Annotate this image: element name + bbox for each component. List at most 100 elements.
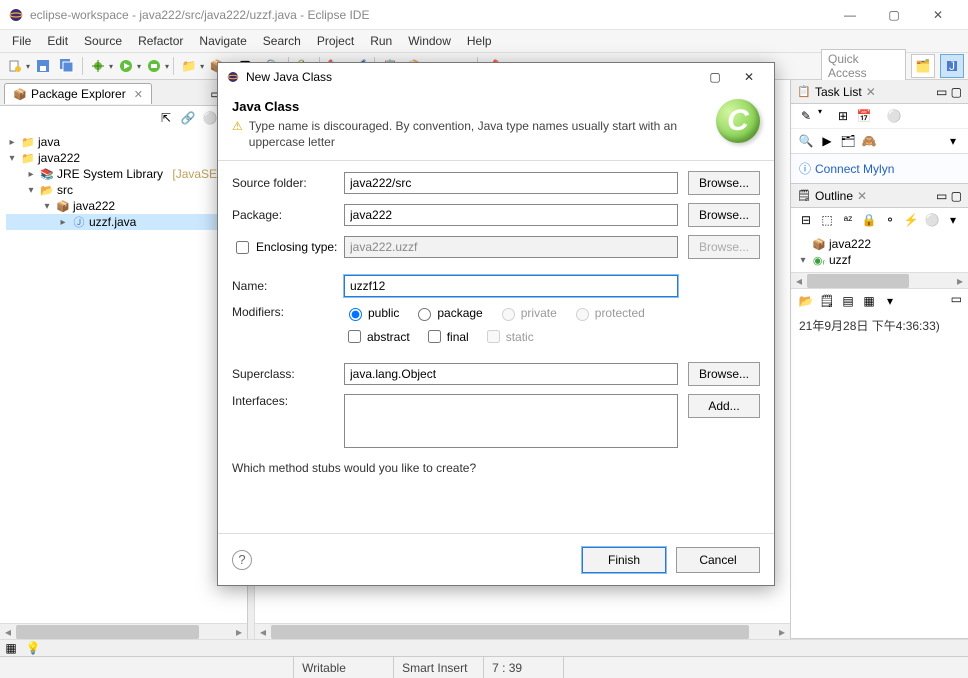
task-view-min[interactable]: ▭ [936,85,947,99]
outline-scrollbar[interactable]: ◂▸ [791,272,968,288]
task-list-close-icon[interactable]: ✕ [866,85,876,99]
filter-fields-button[interactable]: ⬚ [818,211,836,229]
quick-access-input[interactable]: Quick Access [821,49,906,83]
new-button[interactable] [4,55,26,77]
coverage-button[interactable] [143,55,165,77]
editor-scrollbar[interactable]: ◂▸ [255,623,790,639]
debug-button[interactable] [87,55,109,77]
window-minimize-button[interactable]: — [828,0,872,30]
view-close-icon[interactable]: ✕ [134,88,143,101]
task-menu-button[interactable]: ▾ [944,132,962,150]
tree-project-java[interactable]: java [38,135,60,149]
menu-source[interactable]: Source [76,32,130,50]
tree-project-java222[interactable]: java222 [38,151,80,165]
package-input[interactable] [344,204,678,226]
breadcrumb-btn1[interactable]: 📂 [797,292,815,310]
dialog-title-bar[interactable]: New Java Class ▢ ✕ [218,63,774,91]
save-all-button[interactable] [56,55,78,77]
sort-button[interactable]: ⊟ [797,211,815,229]
finish-button[interactable]: Finish [582,547,666,573]
modifier-final[interactable]: final [424,327,469,346]
schedule-button[interactable]: 📅 [855,107,873,125]
collapse-all-button[interactable]: ⇱ [157,109,175,127]
source-folder-browse-button[interactable]: Browse... [688,171,760,195]
outline-class[interactable]: uzzf [829,253,851,267]
superclass-input[interactable] [344,363,678,385]
task-list-icon: 📋 [797,85,811,99]
sort-az-button[interactable]: ᵃᶻ [839,211,857,229]
dialog-maximize-button[interactable]: ▢ [698,65,732,89]
package-explorer-tab[interactable]: 📦 Package Explorer ✕ [4,83,152,104]
outline-max[interactable]: ▢ [951,189,962,203]
save-button[interactable] [32,55,54,77]
breadcrumb-btn4[interactable]: ▦ [860,292,878,310]
tree-file[interactable]: uzzf.java [89,215,136,229]
project-tree[interactable]: ▸📁java ▾📁java222 ▸📚JRE System Library [J… [0,130,247,234]
link-editor-button[interactable]: 🔗 [179,109,197,127]
menu-search[interactable]: Search [255,32,309,50]
menu-help[interactable]: Help [459,32,500,50]
task-view-max[interactable]: ▢ [951,85,962,99]
java-perspective-button[interactable]: J [940,54,964,78]
menu-refactor[interactable]: Refactor [130,32,191,50]
status-icon1[interactable]: ▦ [0,641,22,655]
activate-button[interactable]: ▶ [818,132,836,150]
hide-nonpublic-button[interactable]: 🔒 [860,211,878,229]
outline-pkg[interactable]: java222 [829,237,871,251]
run-button[interactable] [115,55,137,77]
open-perspective-button[interactable]: 🗂️ [911,54,935,78]
dialog-title: New Java Class [246,70,332,84]
bc-min[interactable]: ▭ [951,292,962,310]
categorize-button[interactable]: ⊞ [834,107,852,125]
cancel-button[interactable]: Cancel [676,547,760,573]
hide-static-button[interactable]: ⚬ [881,211,899,229]
left-scrollbar[interactable]: ◂▸ [0,623,247,639]
outline-close-icon[interactable]: ✕ [857,189,867,203]
outline-menu-button[interactable]: ▾ [944,211,962,229]
tree-jre-suffix: [JavaSE [172,167,217,181]
menu-edit[interactable]: Edit [39,32,76,50]
breadcrumb-btn2[interactable]: 🗒 [818,292,836,310]
breadcrumb-btn3[interactable]: ▤ [839,292,857,310]
modifier-package[interactable]: package [413,305,482,321]
hide-button[interactable]: 🙈 [860,132,878,150]
new-java-project-button[interactable]: 📁 [178,55,200,77]
modifier-abstract[interactable]: abstract [344,327,410,346]
dialog-close-button[interactable]: ✕ [732,65,766,89]
menu-window[interactable]: Window [400,32,459,50]
outline-tree[interactable]: 📦java222 ▾◉ᵣuzzf [791,232,968,272]
new-task-button[interactable]: ✎ [797,107,815,125]
outline-min[interactable]: ▭ [936,189,947,203]
synchronize-button[interactable]: 🗂 [839,132,857,150]
menu-file[interactable]: File [4,32,39,50]
modifier-private: private [497,305,557,321]
window-maximize-button[interactable]: ▢ [872,0,916,30]
connect-mylyn-link[interactable]: ⓘConnect Mylyn [791,153,968,183]
modifier-public[interactable]: public [344,305,399,321]
tree-src[interactable]: src [57,183,73,197]
tree-pkg[interactable]: java222 [73,199,115,213]
interfaces-list[interactable] [344,394,678,448]
menu-run[interactable]: Run [362,32,400,50]
focus-button[interactable]: ⚪ [885,107,903,125]
tree-jre[interactable]: JRE System Library [57,167,163,181]
menu-navigate[interactable]: Navigate [191,32,254,50]
package-browse-button[interactable]: Browse... [688,203,760,227]
breadcrumb-menu[interactable]: ▾ [881,292,899,310]
enclosing-type-checkbox[interactable] [236,241,249,254]
help-button[interactable]: ? [232,550,252,570]
tip-icon[interactable]: 💡 [22,641,44,655]
source-folder-input[interactable] [344,172,678,194]
hide-local-button[interactable]: ⚡ [902,211,920,229]
find-task-button[interactable]: 🔍 [797,132,815,150]
superclass-browse-button[interactable]: Browse... [688,362,760,386]
focus-outline-button[interactable]: ⚪ [923,211,941,229]
menu-project[interactable]: Project [309,32,362,50]
window-close-button[interactable]: ✕ [916,0,960,30]
task-list-title[interactable]: Task List [815,85,862,99]
interfaces-add-button[interactable]: Add... [688,394,760,418]
outline-title[interactable]: Outline [815,189,853,203]
name-input[interactable] [344,275,678,297]
modifier-protected: protected [571,305,645,321]
outline-icon: 🗒 [797,189,811,203]
